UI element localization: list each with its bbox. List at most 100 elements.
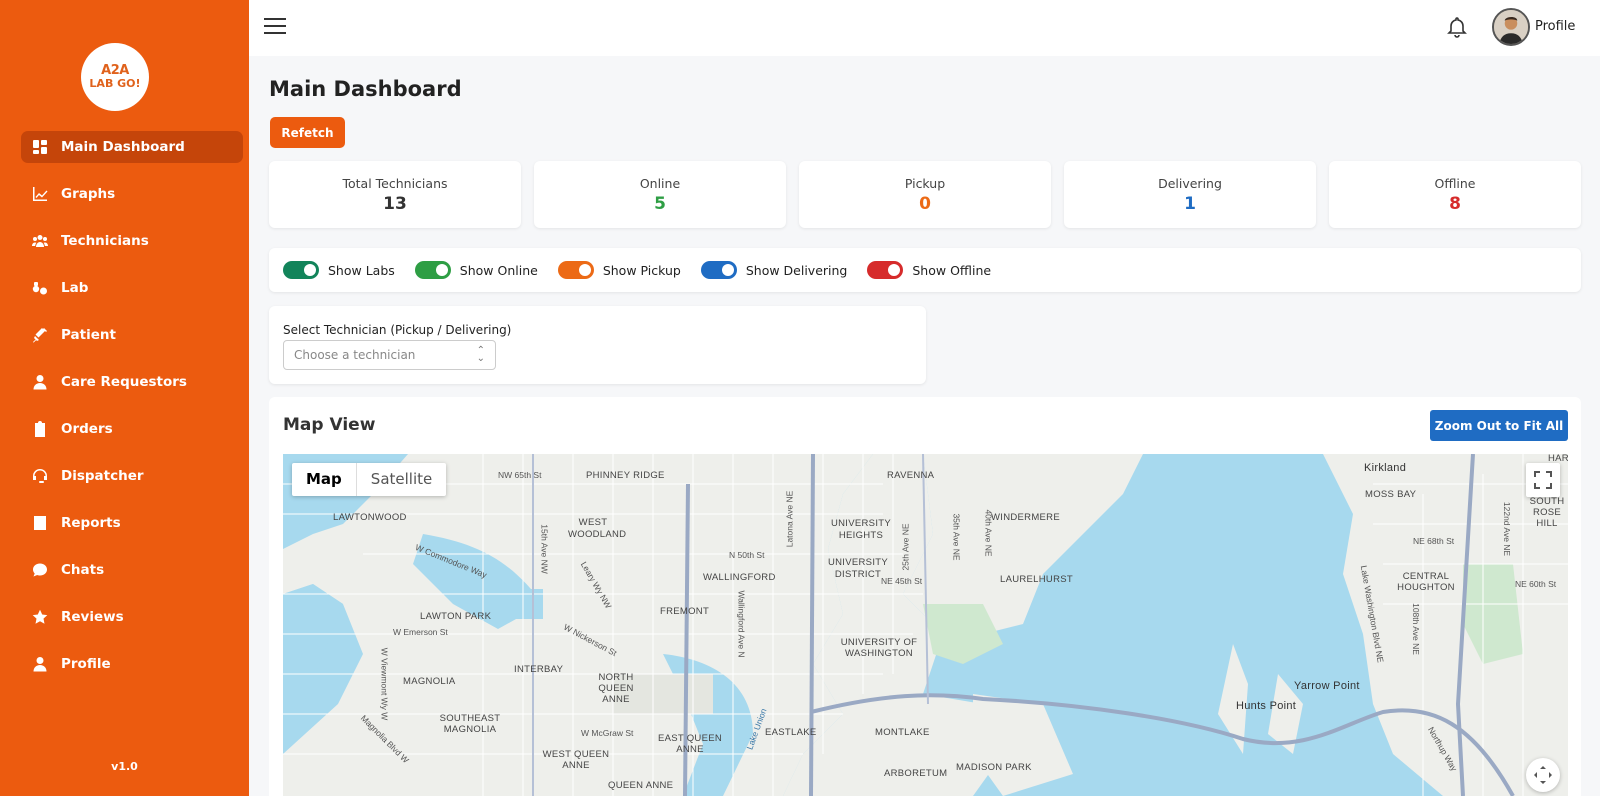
map-label: EASTLAKE bbox=[765, 727, 817, 738]
users-icon bbox=[31, 232, 49, 250]
sidebar-item-graphs[interactable]: Graphs bbox=[21, 178, 243, 210]
sidebar-item-label: Chats bbox=[61, 562, 105, 578]
refetch-button[interactable]: Refetch bbox=[270, 117, 345, 148]
map-label: NORTH QUEEN ANNE bbox=[598, 672, 634, 705]
flask-icon bbox=[31, 279, 49, 297]
street-label: 35th Ave NE bbox=[951, 513, 962, 561]
sidebar-item-label: Profile bbox=[61, 656, 111, 672]
sidebar-item-label: Orders bbox=[61, 421, 113, 437]
street-label: Wallingford Ave N bbox=[736, 590, 747, 658]
sidebar-item-reviews[interactable]: Reviews bbox=[21, 601, 243, 633]
sidebar-item-technicians[interactable]: Technicians bbox=[21, 225, 243, 257]
chart-line-icon bbox=[31, 185, 49, 203]
street-label: N 50th St bbox=[729, 550, 765, 560]
technician-selector-card: Select Technician (Pickup / Delivering) … bbox=[269, 306, 926, 384]
chat-icon bbox=[31, 561, 49, 579]
map-label: WEST WOODLAND bbox=[568, 517, 627, 540]
avatar[interactable] bbox=[1492, 8, 1530, 46]
map-label: PHINNEY RIDGE bbox=[586, 470, 665, 481]
map-label: WEST QUEEN ANNE bbox=[542, 749, 610, 771]
toggle-label: Show Delivering bbox=[745, 262, 848, 278]
street-label: 15th Ave NW bbox=[539, 524, 550, 574]
map-type-map-button[interactable]: Map bbox=[292, 463, 356, 496]
sidebar-item-label: Main Dashboard bbox=[61, 139, 185, 155]
map-label: UNIVERSITY HEIGHTS bbox=[830, 518, 891, 541]
map-label: UNIVERSITY OF WASHINGTON bbox=[840, 637, 918, 659]
hamburger-menu-icon[interactable] bbox=[264, 18, 286, 36]
toggle-switch[interactable] bbox=[867, 261, 904, 279]
map-label: RAVENNA bbox=[887, 470, 935, 481]
stat-value: 1 bbox=[1184, 194, 1196, 214]
map-label: Yarrow Point bbox=[1294, 680, 1360, 692]
sidebar-item-profile[interactable]: Profile bbox=[21, 648, 243, 680]
report-icon bbox=[31, 514, 49, 532]
map-canvas[interactable]: PHINNEY RIDGE RAVENNA Kirkland HAR MOSS … bbox=[283, 454, 1568, 796]
sidebar: A2A LAB GO! Main Dashboard Graphs Techni… bbox=[0, 0, 249, 796]
camera-control-icon[interactable] bbox=[1526, 758, 1560, 792]
toggle-show-pickup[interactable]: Show Pickup bbox=[557, 261, 681, 279]
map-title: Map View bbox=[283, 415, 376, 435]
sidebar-item-label: Lab bbox=[61, 280, 89, 296]
toggle-label: Show Online bbox=[459, 262, 538, 278]
map-label: WALLINGFORD bbox=[703, 572, 776, 583]
map-label: MONTLAKE bbox=[875, 727, 930, 738]
sidebar-item-care-requestors[interactable]: Care Requestors bbox=[21, 366, 243, 398]
toggle-switch[interactable] bbox=[557, 261, 594, 279]
sidebar-item-label: Patient bbox=[61, 327, 116, 343]
map-label: MOSS BAY bbox=[1365, 489, 1417, 500]
clipboard-icon bbox=[31, 420, 49, 438]
fullscreen-icon[interactable] bbox=[1526, 463, 1560, 497]
map-label: EAST QUEEN ANNE bbox=[657, 733, 723, 755]
layer-toggles: Show Labs Show Online Show Pickup Show D… bbox=[269, 248, 1581, 292]
map-label: WINDERMERE bbox=[991, 512, 1060, 523]
stat-label: Delivering bbox=[1158, 176, 1222, 191]
street-label: NE 60th St bbox=[1515, 579, 1557, 589]
top-bar: Profile bbox=[249, 0, 1600, 56]
syringe-icon bbox=[31, 326, 49, 344]
map-label: FREMONT bbox=[660, 606, 710, 617]
brand-logo[interactable]: A2A LAB GO! bbox=[81, 43, 149, 111]
stat-card-total-technicians: Total Technicians 13 bbox=[269, 161, 521, 228]
user-icon bbox=[31, 373, 49, 391]
toggle-show-delivering[interactable]: Show Delivering bbox=[700, 261, 848, 279]
technician-select[interactable]: Choose a technician ⌃ ⌄ bbox=[283, 340, 496, 370]
map-label: SOUTHEAST MAGNOLIA bbox=[439, 713, 501, 735]
toggle-show-online[interactable]: Show Online bbox=[414, 261, 538, 279]
map-label: Hunts Point bbox=[1236, 700, 1297, 712]
map-type-satellite-button[interactable]: Satellite bbox=[355, 463, 446, 496]
toggle-switch[interactable] bbox=[283, 261, 319, 279]
map-label: MADISON PARK bbox=[956, 762, 1032, 773]
stat-label: Online bbox=[639, 176, 681, 191]
sidebar-item-dispatcher[interactable]: Dispatcher bbox=[21, 460, 243, 492]
bell-icon[interactable] bbox=[1447, 16, 1467, 38]
sidebar-item-patient[interactable]: Patient bbox=[21, 319, 243, 351]
sidebar-item-orders[interactable]: Orders bbox=[21, 413, 243, 445]
map-label: ARBORETUM bbox=[884, 768, 948, 779]
toggle-switch[interactable] bbox=[700, 261, 737, 279]
map-card: Map View Zoom Out to Fit All PHINNEY RID… bbox=[269, 397, 1581, 796]
map-label: QUEEN ANNE bbox=[608, 780, 674, 791]
zoom-out-to-fit-button[interactable]: Zoom Out to Fit All bbox=[1430, 410, 1568, 441]
sidebar-item-lab[interactable]: Lab bbox=[21, 272, 243, 304]
toggle-label: Show Pickup bbox=[602, 262, 681, 278]
stat-label: Total Technicians bbox=[342, 176, 448, 191]
sidebar-item-label: Technicians bbox=[61, 233, 149, 249]
star-icon bbox=[31, 608, 49, 626]
toggle-show-labs[interactable]: Show Labs bbox=[283, 261, 395, 279]
sidebar-item-main-dashboard[interactable]: Main Dashboard bbox=[21, 131, 243, 163]
map-label: INTERBAY bbox=[514, 664, 564, 675]
stat-value: 8 bbox=[1449, 194, 1461, 214]
sidebar-item-reports[interactable]: Reports bbox=[21, 507, 243, 539]
logo-text-line2: LAB GO! bbox=[89, 77, 141, 90]
toggle-switch[interactable] bbox=[414, 261, 451, 279]
street-label: NE 45th St bbox=[881, 576, 923, 586]
street-label: 108th Ave NE bbox=[1410, 603, 1421, 655]
toggle-show-offline[interactable]: Show Offline bbox=[867, 261, 991, 279]
street-label: W Emerson St bbox=[393, 627, 448, 637]
stat-value: 13 bbox=[383, 194, 407, 214]
sidebar-nav: Main Dashboard Graphs Technicians Lab Pa… bbox=[21, 131, 243, 695]
dashboard-icon bbox=[31, 138, 49, 156]
profile-link[interactable]: Profile bbox=[1535, 19, 1575, 34]
map-label: LAWTONWOOD bbox=[333, 512, 407, 523]
sidebar-item-chats[interactable]: Chats bbox=[21, 554, 243, 586]
